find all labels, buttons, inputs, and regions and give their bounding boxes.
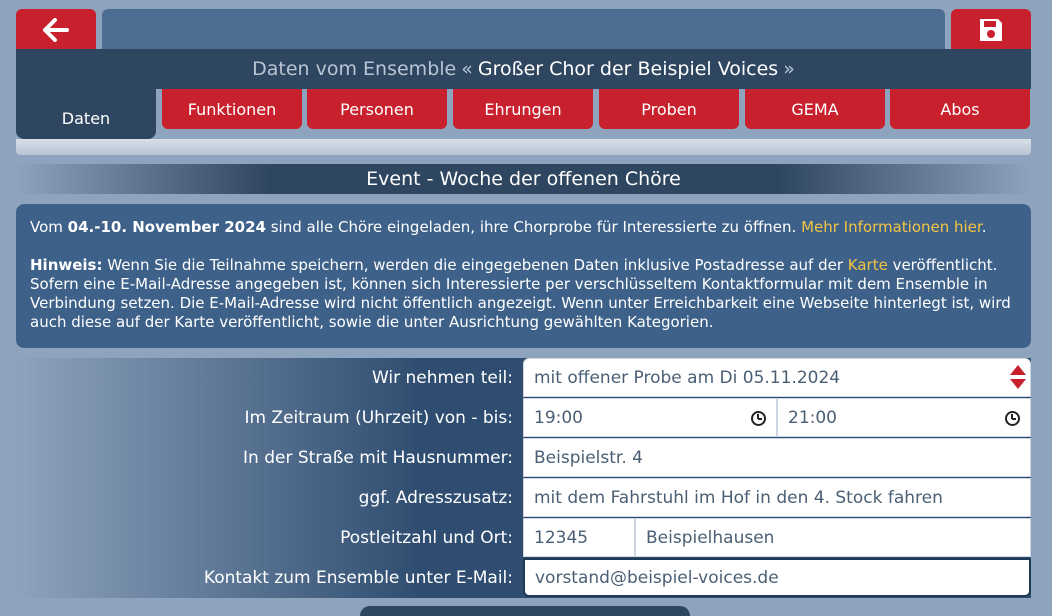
section-title: Event - Woche der offenen Chöre bbox=[16, 164, 1031, 194]
more-info-link[interactable]: Mehr Informationen hier bbox=[801, 218, 982, 236]
header-open-quote: « bbox=[461, 58, 473, 80]
map-link[interactable]: Karte bbox=[848, 256, 888, 274]
tab-funktionen[interactable]: Funktionen bbox=[162, 89, 302, 129]
hint-label: Hinweis: bbox=[30, 256, 103, 274]
top-bar bbox=[102, 9, 945, 51]
info-text: . bbox=[981, 218, 987, 236]
tab-abos[interactable]: Abos bbox=[890, 89, 1030, 129]
save-button[interactable] bbox=[951, 9, 1031, 51]
tab-gema[interactable]: GEMA bbox=[745, 89, 885, 129]
header-close-quote: » bbox=[783, 58, 795, 80]
tab-proben[interactable]: Proben bbox=[599, 89, 739, 129]
arrow-left-icon bbox=[43, 18, 69, 42]
street-input[interactable]: Beispielstr. 4 bbox=[523, 438, 1031, 477]
email-input[interactable]: vorstand@beispiel-voices.de bbox=[523, 558, 1031, 597]
time-label: Im Zeitraum (Uhrzeit) von - bis: bbox=[244, 408, 513, 428]
zip-value: 12345 bbox=[534, 527, 589, 548]
header-prefix: Daten vom Ensemble bbox=[252, 58, 457, 80]
info-text: Wenn Sie die Teilnahme speichern, werden… bbox=[102, 256, 848, 274]
tab-daten[interactable]: Daten bbox=[16, 89, 156, 139]
address-extra-value: mit dem Fahrstuhl im Hof in den 4. Stock… bbox=[534, 487, 943, 508]
clock-icon[interactable] bbox=[751, 411, 766, 426]
info-box: Vom 04.-10. November 2024 sind alle Chör… bbox=[16, 204, 1031, 348]
event-dates: 04.-10. November 2024 bbox=[67, 218, 266, 236]
zip-input[interactable]: 12345 bbox=[523, 518, 635, 557]
city-label: Postleitzahl und Ort: bbox=[340, 528, 513, 548]
ensemble-header: Daten vom Ensemble « Großer Chor der Bei… bbox=[16, 49, 1031, 89]
participation-select[interactable]: mit offener Probe am Di 05.11.2024 bbox=[523, 358, 1031, 397]
time-from-input[interactable]: 19:00 bbox=[523, 398, 777, 437]
info-paragraph-1: Vom 04.-10. November 2024 sind alle Chör… bbox=[30, 218, 1017, 237]
time-from-value: 19:00 bbox=[534, 407, 583, 428]
time-to-value: 21:00 bbox=[788, 407, 837, 428]
up-down-arrows-icon bbox=[1009, 365, 1027, 391]
city-value: Beispielhausen bbox=[646, 527, 775, 548]
address-extra-input[interactable]: mit dem Fahrstuhl im Hof in den 4. Stock… bbox=[523, 478, 1031, 517]
clock-icon[interactable] bbox=[1005, 411, 1020, 426]
next-section-title bbox=[360, 606, 690, 616]
ensemble-name: Großer Chor der Beispiel Voices bbox=[477, 58, 779, 80]
info-text: sind alle Chöre eingeladen, ihre Chorpro… bbox=[265, 218, 802, 236]
tab-personen[interactable]: Personen bbox=[307, 89, 447, 129]
street-label: In der Straße mit Hausnummer: bbox=[243, 448, 513, 468]
street-value: Beispielstr. 4 bbox=[534, 447, 643, 468]
info-paragraph-2: Hinweis: Wenn Sie die Teilnahme speicher… bbox=[30, 256, 1017, 332]
back-button[interactable] bbox=[16, 9, 96, 51]
address-extra-label: ggf. Adresszusatz: bbox=[358, 488, 513, 508]
tab-strip-footer bbox=[16, 139, 1031, 155]
participation-value: mit offener Probe am Di 05.11.2024 bbox=[534, 367, 841, 388]
tab-ehrungen[interactable]: Ehrungen bbox=[453, 89, 593, 129]
participation-label: Wir nehmen teil: bbox=[371, 368, 513, 388]
email-value: vorstand@beispiel-voices.de bbox=[535, 567, 779, 588]
info-text: Vom bbox=[30, 218, 68, 236]
email-label: Kontakt zum Ensemble unter E-Mail: bbox=[203, 568, 513, 588]
floppy-disk-icon bbox=[980, 19, 1002, 41]
time-to-input[interactable]: 21:00 bbox=[777, 398, 1031, 437]
city-input[interactable]: Beispielhausen bbox=[635, 518, 1031, 557]
